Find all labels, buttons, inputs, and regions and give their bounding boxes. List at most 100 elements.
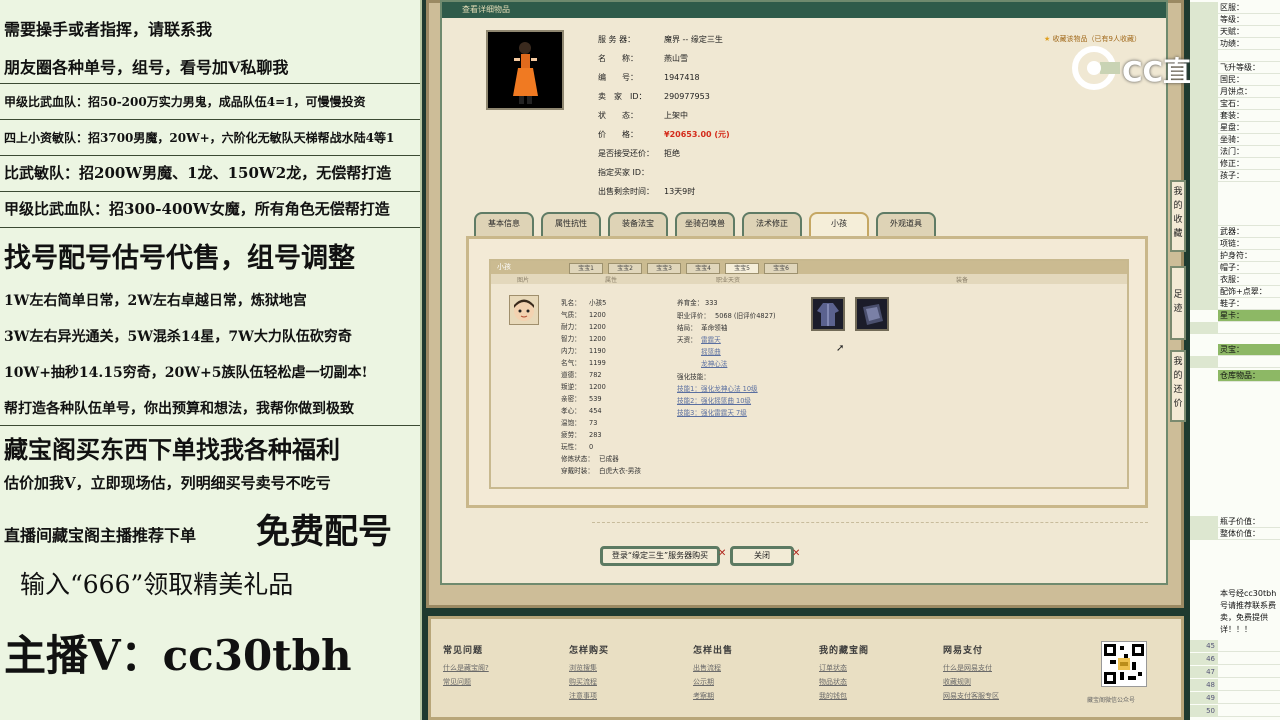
favorite-link-label: 收藏该物品（已有9人收藏） [1052, 35, 1141, 43]
footer-link[interactable]: 收藏规则 [943, 677, 971, 687]
footer-link[interactable]: 什么是网易支付 [943, 663, 992, 673]
close-x-icon[interactable]: ✕ [718, 548, 726, 559]
sheet-cell[interactable]: 仓库物品： [1220, 370, 1260, 382]
sheet-cell[interactable]: 孩子： [1220, 170, 1244, 182]
tab-appearance[interactable]: 外观道具 [876, 212, 936, 236]
footer-heading: 我的藏宝阁 [819, 646, 870, 656]
equipment-slot-garment[interactable] [855, 297, 889, 331]
sheet-cell[interactable]: 国民： [1220, 74, 1244, 86]
child-stat: 气质： 1200 [561, 309, 606, 319]
child-avatar [509, 295, 539, 325]
talent-link[interactable]: 摇篮曲 [701, 346, 721, 356]
talent-link[interactable]: 雷霆天 [701, 336, 721, 344]
tab-attributes[interactable]: 属性抗性 [541, 212, 601, 236]
sheet-cell[interactable]: 天赋： [1220, 26, 1244, 38]
footer-link[interactable]: 购买流程 [569, 677, 597, 687]
sheet-cell[interactable]: 飞升等级： [1220, 62, 1260, 74]
sheet-cell[interactable]: 等级： [1220, 14, 1244, 26]
divider [0, 191, 420, 192]
footer-link[interactable]: 订单状态 [819, 663, 847, 673]
side-tab-footprint[interactable]: 足迹 [1170, 266, 1186, 340]
promo-line: 10W+抽秒14.15穷奇，20W+5族队伍轻松虐一切副本! [4, 365, 368, 381]
footer-link[interactable]: 公示期 [693, 677, 714, 687]
sheet-cell[interactable]: 项链： [1220, 238, 1244, 250]
sheet-row-highlight: 仓库物品： [1218, 370, 1280, 382]
subtab-baby-1[interactable]: 宝宝1 [569, 263, 603, 274]
strengthen-skill-link[interactable]: 技能3：强化雷霆天 7级 [677, 407, 747, 417]
row-number [1190, 274, 1218, 286]
sheet-cell[interactable]: 整体价值： [1220, 528, 1260, 540]
footer-link[interactable]: 出售流程 [693, 663, 721, 673]
promo-line: 甲级比武血队：招300-400W女魔，所有角色无偿帮打造 [4, 200, 390, 218]
footer-link[interactable]: 注意事项 [569, 691, 597, 701]
promo-line: 3W左右异光通关，5W混杀14星，7W大力队伍砍穷奇 [4, 329, 352, 345]
row-number [1190, 110, 1218, 122]
sheet-cell[interactable]: 帽子： [1220, 262, 1244, 274]
sheet-cell[interactable]: 衣服： [1220, 274, 1244, 286]
promo-line: 帮打造各种队伍单号，你出预算和想法，我帮你做到极致 [4, 401, 354, 417]
sheet-row: 功绩： [1190, 38, 1280, 50]
sheet-cell[interactable]: 瓶子价值： [1220, 516, 1260, 528]
tab-basic-info[interactable]: 基本信息 [474, 212, 534, 236]
sheet-row-highlight: 星卡： [1218, 310, 1280, 322]
detail-remaining: 出售剩余时间： 13天9时 [598, 186, 695, 197]
footer-link[interactable]: 常见问题 [443, 677, 471, 687]
tab-equipment[interactable]: 装备法宝 [608, 212, 668, 236]
footer-link[interactable]: 网易支付客服专区 [943, 691, 999, 701]
subtab-baby-6[interactable]: 宝宝6 [764, 263, 798, 274]
sheet-cell[interactable]: 修正： [1220, 158, 1244, 170]
row-number [1190, 322, 1218, 334]
footer-link[interactable]: 物品状态 [819, 677, 847, 687]
sheet-cell[interactable]: 灵宝： [1220, 344, 1244, 356]
talent-link[interactable]: 龙神心法 [701, 358, 727, 368]
login-server-buy-button[interactable]: 登录“缘定三生”服务器购买 [600, 546, 720, 566]
sheet-row: 49 [1190, 692, 1280, 704]
footer-link[interactable]: 什么是藏宝阁? [443, 663, 489, 673]
sheet-cell[interactable]: 法门： [1220, 146, 1244, 158]
side-tab-favorites[interactable]: 我的收藏 [1170, 180, 1186, 252]
sheet-cell[interactable]: 套装： [1220, 110, 1244, 122]
detail-value: 1947418 [664, 73, 700, 82]
footer-link[interactable]: 考察期 [693, 691, 714, 701]
stat-value: 1200 [589, 311, 606, 319]
sheet-cell[interactable]: 护身符： [1220, 250, 1252, 262]
sheet-cell[interactable]: 鞋子： [1220, 298, 1244, 310]
sheet-cell[interactable]: 宝石： [1220, 98, 1244, 110]
side-tab-my-offers[interactable]: 我的还价 [1170, 350, 1186, 422]
tab-children[interactable]: 小孩 [809, 212, 869, 236]
detail-key: 服 务 器： [598, 35, 636, 44]
row-number [1190, 528, 1218, 540]
sheet-row-highlight: 灵宝： [1218, 344, 1280, 356]
subtab-baby-2[interactable]: 宝宝2 [608, 263, 642, 274]
detail-name: 名 称： 燕山雪 [598, 53, 688, 64]
row-number: 46 [1190, 653, 1218, 665]
sheet-cell[interactable]: 功绩： [1220, 38, 1244, 50]
price-value: ¥20653.00 (元) [664, 130, 730, 139]
favorite-link[interactable]: ★ 收藏该物品（已有9人收藏） [1044, 34, 1141, 44]
sheet-cell[interactable]: 星盘： [1220, 122, 1244, 134]
stat-value: 454 [589, 407, 602, 415]
sheet-cell[interactable]: 武器： [1220, 226, 1244, 238]
sheet-cell[interactable]: 月饼点： [1220, 86, 1252, 98]
close-button[interactable]: 关闭 [730, 546, 794, 566]
footer-link[interactable]: 浏览搜集 [569, 663, 597, 673]
strengthen-skill-link[interactable]: 技能2：强化摇篮曲 10级 [677, 395, 751, 405]
sheet-row: 孩子： [1190, 170, 1280, 182]
sheet-row [1190, 182, 1280, 226]
sheet-note[interactable]: 本号经cc30tbh号请推荐联系费卖，免费提供详！！！ [1220, 588, 1280, 638]
close-x-icon[interactable]: ✕ [792, 548, 800, 559]
equipment-slot-robe[interactable] [811, 297, 845, 331]
sheet-cell[interactable]: 星卡： [1220, 310, 1244, 322]
row-number [1190, 356, 1218, 368]
strengthen-skill-link[interactable]: 技能1：强化龙神心法 10级 [677, 383, 758, 393]
tab-mounts-summons[interactable]: 坐骑召唤兽 [675, 212, 735, 236]
tab-spell-correction[interactable]: 法术修正 [742, 212, 802, 236]
sheet-cell[interactable]: 配饰+点翠： [1220, 286, 1267, 298]
sheet-cell[interactable]: 区服： [1220, 2, 1244, 14]
sheet-cell[interactable]: 坐骑： [1220, 134, 1244, 146]
stat-value: 782 [589, 371, 602, 379]
footer-link[interactable]: 我的钱包 [819, 691, 847, 701]
subtab-baby-5[interactable]: 宝宝5 [725, 263, 759, 274]
subtab-baby-3[interactable]: 宝宝3 [647, 263, 681, 274]
subtab-baby-4[interactable]: 宝宝4 [686, 263, 720, 274]
